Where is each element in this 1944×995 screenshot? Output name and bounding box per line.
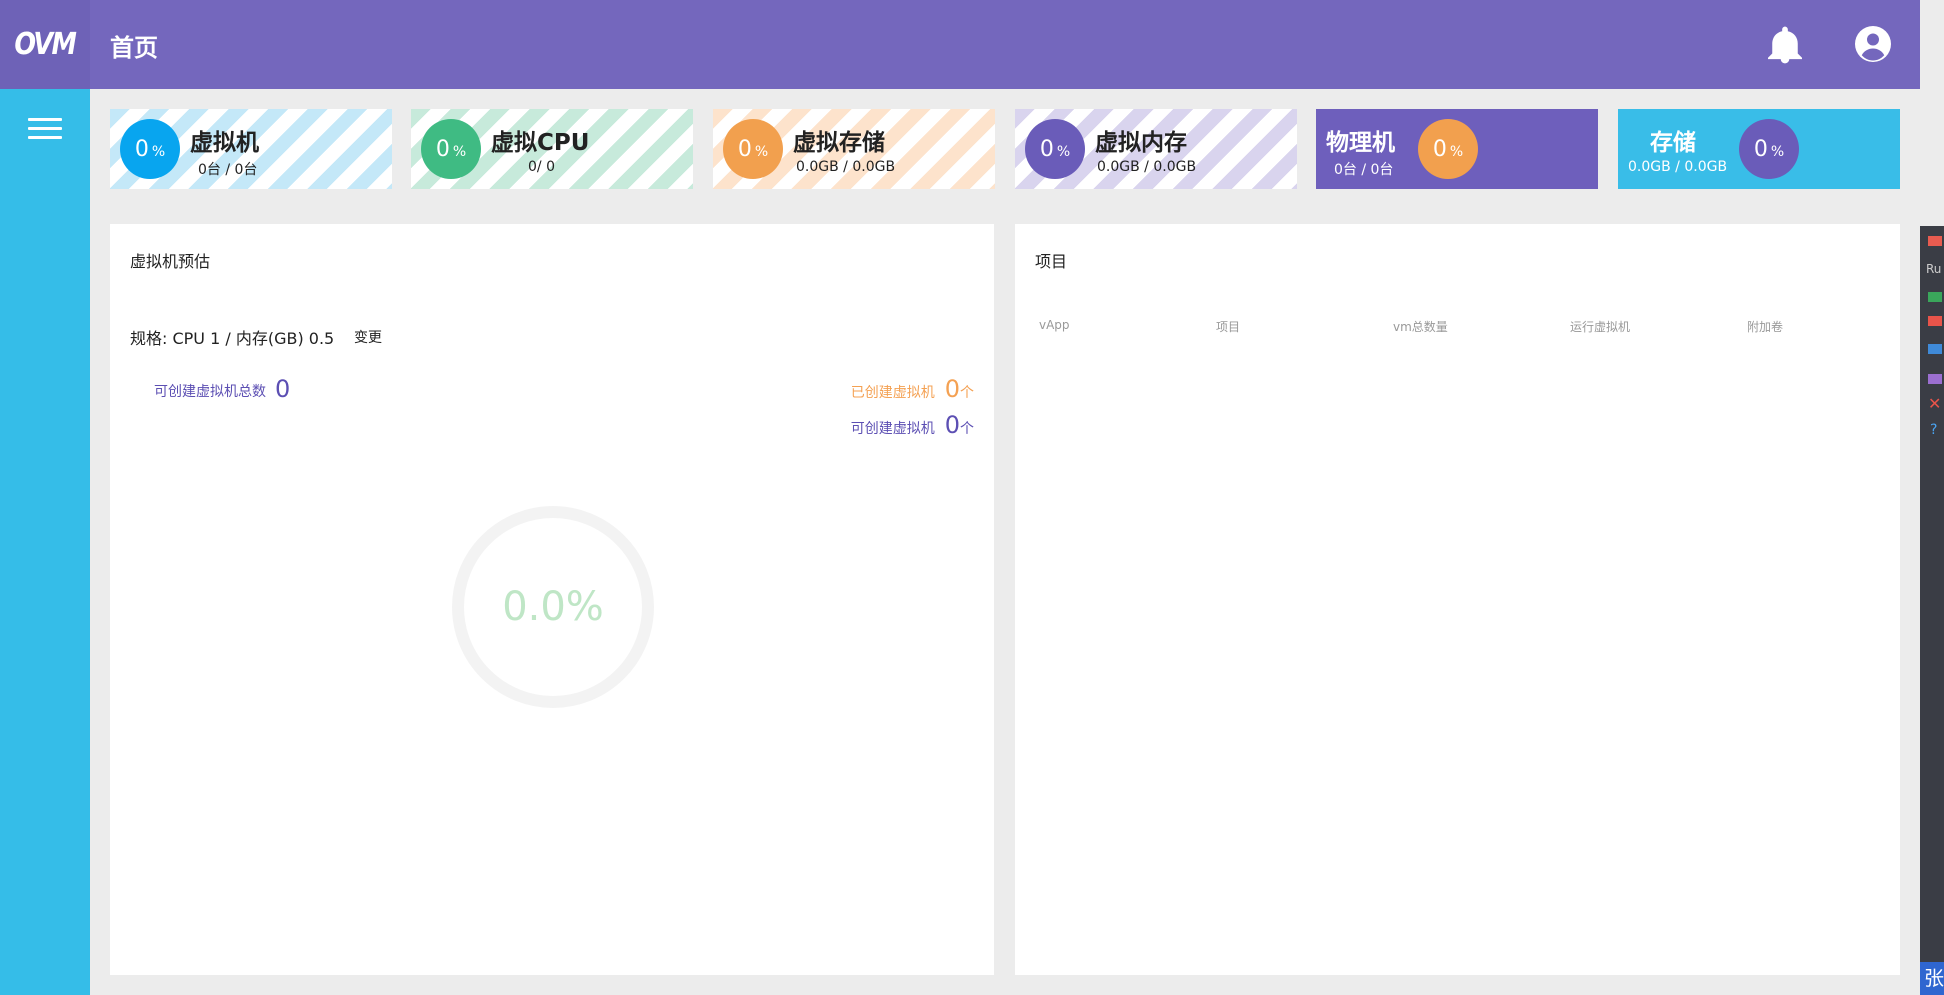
card-storage[interactable]: 存储 0.0GB / 0.0GB 0% (1618, 109, 1900, 189)
card-title: 虚拟CPU (491, 130, 590, 156)
user-circle-icon[interactable] (1855, 26, 1891, 62)
card-title: 存储 (1650, 130, 1696, 156)
logo-text: OVM (14, 27, 77, 62)
created-vm-value: 0 (944, 375, 960, 403)
column-header-project: 项目 (1216, 320, 1241, 334)
edge-text: Ru (1926, 262, 1942, 276)
card-subtext: 0.0GB / 0.0GB (796, 159, 896, 175)
card-vcpu[interactable]: 0% 虚拟CPU 0/ 0 (411, 109, 693, 189)
panel-title: 虚拟机预估 (130, 252, 211, 271)
spec-text: 规格: CPU 1 / 内存(GB) 0.5 (130, 329, 335, 348)
card-title: 虚拟机 (190, 130, 259, 156)
external-window-edge: Ru ✕ ? (1920, 226, 1944, 995)
total-vm-value: 0 (275, 375, 291, 403)
vcpu-percent-circle: 0% (421, 119, 481, 179)
physical-percent-circle: 0% (1418, 119, 1478, 179)
card-vm[interactable]: 0% 虚拟机 0台 / 0台 (110, 109, 392, 189)
card-subtext: 0台 / 0台 (1334, 162, 1394, 178)
card-subtext: 0/ 0 (528, 159, 555, 175)
available-vm-value: 0 (944, 411, 960, 439)
vstorage-percent-circle: 0% (723, 119, 783, 179)
available-vm-row: 可创建虚拟机 0 个 (851, 411, 974, 439)
sidebar: OVM (0, 0, 90, 995)
created-vm-row: 已创建虚拟机 0 个 (851, 375, 974, 403)
column-header-running-vm: 运行虚拟机 (1570, 320, 1631, 334)
card-vstorage[interactable]: 0% 虚拟存储 0.0GB / 0.0GB (713, 109, 995, 189)
projects-panel: 项目 vApp 项目 vm总数量 运行虚拟机 附加卷 (1015, 224, 1900, 975)
card-title: 虚拟内存 (1095, 130, 1187, 156)
close-icon[interactable]: ✕ (1928, 394, 1941, 413)
vm-estimate-panel: 虚拟机预估 规格: CPU 1 / 内存(GB) 0.5 变更 可创建虚拟机总数… (110, 224, 994, 975)
column-header-vm-total: vm总数量 (1393, 320, 1448, 334)
refresh-icon[interactable] (1928, 292, 1942, 302)
available-vm-label: 可创建虚拟机 (850, 421, 935, 437)
list-icon[interactable] (1928, 344, 1942, 354)
column-header-attached-volume: 附加卷 (1747, 320, 1784, 334)
bell-icon[interactable] (1768, 26, 1802, 64)
available-vm-unit: 个 (960, 421, 974, 437)
page-title: 首页 (110, 34, 158, 62)
card-subtext: 0台 / 0台 (198, 162, 258, 178)
logo[interactable]: OVM (0, 0, 90, 89)
taskbar-app-icon[interactable]: 张 (1920, 962, 1944, 995)
usage-percent: 0.0% (502, 584, 604, 630)
change-button[interactable]: 变更 (354, 327, 382, 347)
vm-percent-circle: 0% (120, 119, 180, 179)
card-subtext: 0.0GB / 0.0GB (1628, 159, 1728, 175)
storage-percent-circle: 0% (1739, 119, 1799, 179)
window-icon (1928, 236, 1942, 246)
panel-title: 项目 (1035, 252, 1068, 271)
column-header-vapp: vApp (1039, 318, 1070, 332)
vmemory-percent-circle: 0% (1025, 119, 1085, 179)
help-icon[interactable]: ? (1930, 422, 1937, 438)
created-vm-label: 已创建虚拟机 (850, 385, 935, 401)
created-vm-unit: 个 (960, 385, 974, 401)
card-subtext: 0.0GB / 0.0GB (1097, 159, 1197, 175)
stop-icon[interactable] (1928, 316, 1942, 326)
card-physical[interactable]: 物理机 0台 / 0台 0% (1316, 109, 1598, 189)
card-title: 虚拟存储 (793, 130, 885, 156)
card-vmemory[interactable]: 0% 虚拟内存 0.0GB / 0.0GB (1015, 109, 1297, 189)
hamburger-menu-icon[interactable] (28, 118, 62, 142)
pin-icon[interactable] (1928, 374, 1942, 384)
card-title: 物理机 (1326, 130, 1395, 156)
top-header: 首页 (90, 0, 1920, 89)
total-vm-label: 可创建虚拟机总数 (154, 384, 266, 400)
